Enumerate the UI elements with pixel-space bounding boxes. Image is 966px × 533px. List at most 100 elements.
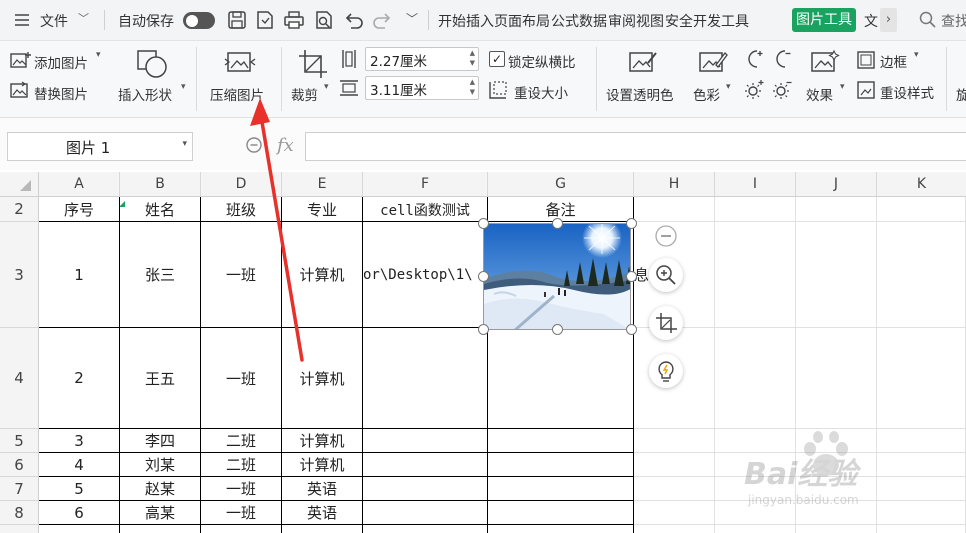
dropdown-arrow-icon[interactable]: ▾	[726, 82, 731, 92]
table-cell[interactable]: 二班	[201, 429, 281, 452]
compress-picture-icon[interactable]	[224, 49, 256, 81]
add-picture-button[interactable]: 添加图片	[34, 52, 88, 72]
table-cell[interactable]: 5	[39, 477, 119, 500]
table-cell-path[interactable]: or\Desktop\1\	[363, 222, 487, 327]
header-cell-number[interactable]: 序号	[39, 198, 119, 221]
tab-formula[interactable]: 公式	[551, 11, 579, 31]
resize-handle[interactable]	[552, 324, 563, 335]
tab-security[interactable]: 安全	[665, 11, 693, 31]
table-cell[interactable]: 英语	[282, 501, 362, 524]
height-input[interactable]: 3.11厘米 ▲ ▼	[365, 76, 479, 100]
search-icon[interactable]	[918, 10, 940, 32]
table-cell[interactable]: 王五	[120, 328, 200, 428]
table-cell[interactable]: 2	[39, 328, 119, 428]
replace-picture-button[interactable]: 替换图片	[34, 83, 88, 103]
table-cell[interactable]: 英语	[282, 477, 362, 500]
dropdown-arrow-icon[interactable]: ▾	[181, 82, 186, 92]
table-cell[interactable]: 计算机	[282, 429, 362, 452]
row-header-4[interactable]: 4	[0, 328, 39, 429]
table-cell[interactable]: 李四	[120, 429, 200, 452]
decrease-contrast-icon[interactable]	[772, 49, 792, 73]
tab-data[interactable]: 数据	[579, 11, 607, 31]
row-header-7[interactable]: 7	[0, 477, 39, 501]
tab-picture-tools[interactable]: 图片工具	[792, 8, 856, 32]
header-cell-cell-test[interactable]: cell函数测试	[363, 198, 487, 221]
formula-input[interactable]	[305, 132, 966, 161]
column-header-a[interactable]: A	[39, 172, 120, 197]
spin-up-icon[interactable]: ▲	[470, 78, 475, 86]
resize-handle[interactable]	[478, 324, 489, 335]
file-menu[interactable]: 文件	[40, 11, 68, 31]
table-cell[interactable]: 4	[39, 453, 119, 476]
decrease-brightness-icon[interactable]	[771, 79, 793, 105]
select-all-corner[interactable]	[0, 172, 39, 197]
dropdown-arrow-icon[interactable]: ▾	[182, 139, 187, 149]
width-input[interactable]: 2.27厘米 ▲ ▼	[365, 47, 479, 71]
row-header-2[interactable]: 2	[0, 197, 39, 222]
dropdown-arrow-icon[interactable]: ▾	[96, 50, 101, 60]
chevron-down-icon[interactable]: ﹀	[78, 10, 89, 26]
table-cell[interactable]: 3	[39, 429, 119, 452]
replace-picture-icon[interactable]	[10, 81, 32, 105]
name-box[interactable]: 图片 1 ▾	[7, 132, 193, 161]
spin-down-icon[interactable]: ▼	[470, 88, 475, 96]
row-header-5[interactable]: 5	[0, 429, 39, 453]
resize-handle[interactable]	[478, 218, 489, 229]
resize-handle[interactable]	[626, 324, 637, 335]
print-preview-icon[interactable]	[313, 9, 335, 31]
set-transparent-button[interactable]: 设置透明色	[606, 84, 674, 104]
border-icon[interactable]	[856, 50, 876, 74]
table-cell[interactable]: 1	[39, 222, 119, 327]
redo-icon[interactable]	[372, 9, 394, 31]
dropdown-arrow-icon[interactable]: ▾	[840, 82, 845, 92]
resize-handle[interactable]	[626, 218, 637, 229]
increase-contrast-icon[interactable]	[744, 49, 764, 73]
row-header-6[interactable]: 6	[0, 453, 39, 477]
crop-icon[interactable]	[298, 49, 328, 83]
export-pdf-icon[interactable]	[254, 9, 276, 31]
dropdown-arrow-icon[interactable]: ▾	[914, 50, 919, 60]
tab-start[interactable]: 开始	[438, 11, 466, 31]
column-header-b[interactable]: B	[120, 172, 201, 197]
table-cell[interactable]: 一班	[201, 477, 281, 500]
table-cell[interactable]: 计算机	[282, 453, 362, 476]
rotate-button[interactable]: 旋	[956, 84, 966, 104]
crop-picture-button[interactable]	[649, 306, 683, 340]
inserted-picture[interactable]	[483, 223, 631, 330]
color-icon[interactable]	[698, 49, 728, 81]
tab-page-layout[interactable]: 页面布局	[494, 11, 550, 31]
column-header-j[interactable]: J	[796, 172, 877, 197]
header-cell-remark[interactable]: 备注	[488, 198, 633, 221]
border-button[interactable]: 边框	[880, 51, 907, 71]
row-header-9[interactable]	[0, 525, 39, 533]
spin-down-icon[interactable]: ▼	[470, 59, 475, 67]
color-button[interactable]: 色彩	[693, 84, 720, 104]
spin-up-icon[interactable]: ▲	[470, 49, 475, 57]
lock-ratio-checkbox[interactable]: ✓	[489, 51, 505, 67]
add-picture-icon[interactable]	[10, 51, 32, 75]
tab-developer[interactable]: 开发工具	[693, 11, 749, 31]
collapse-toolbar-icon[interactable]	[654, 224, 678, 252]
hamburger-menu-icon[interactable]	[12, 10, 34, 32]
undo-icon[interactable]	[342, 9, 364, 31]
save-icon[interactable]	[226, 9, 248, 31]
table-cell[interactable]: 赵某	[120, 477, 200, 500]
column-header-g[interactable]: G	[488, 172, 634, 197]
row-header-8[interactable]: 8	[0, 501, 39, 525]
smart-tools-button[interactable]	[649, 354, 683, 388]
reset-size-icon[interactable]	[488, 80, 508, 104]
zoom-picture-button[interactable]	[649, 258, 683, 292]
table-cell[interactable]: 6	[39, 501, 119, 524]
print-icon[interactable]	[283, 9, 305, 31]
autosave-toggle[interactable]	[183, 12, 215, 29]
tab-insert[interactable]: 插入	[466, 11, 494, 31]
insert-shape-button[interactable]: 插入形状	[118, 84, 172, 104]
shape-icon[interactable]	[136, 49, 170, 83]
table-cell[interactable]: 刘某	[120, 453, 200, 476]
resize-handle[interactable]	[626, 271, 637, 282]
table-cell[interactable]: 二班	[201, 453, 281, 476]
chevron-right-icon[interactable]: ›	[880, 8, 897, 32]
table-cell[interactable]: 高某	[120, 501, 200, 524]
reset-style-button[interactable]: 重设样式	[880, 82, 934, 102]
search-label[interactable]: 查找	[941, 11, 966, 31]
